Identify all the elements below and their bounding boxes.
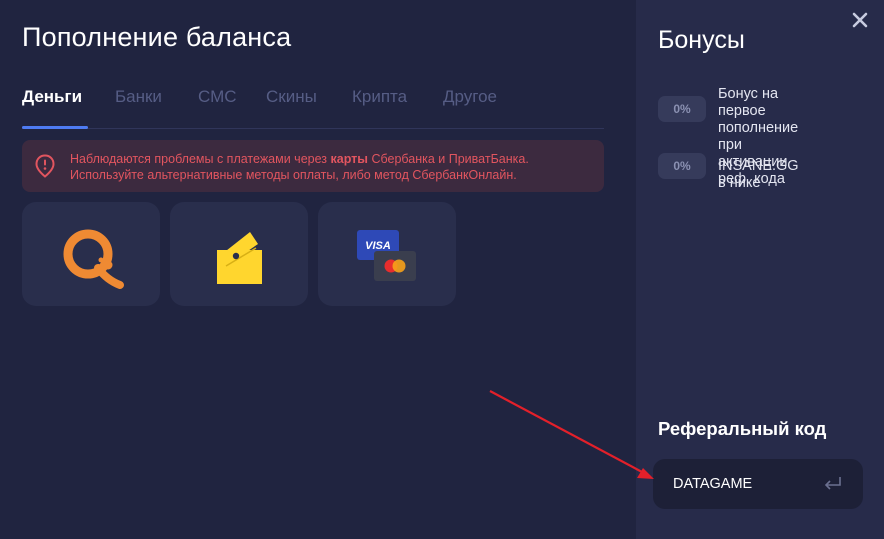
enter-arrow-icon[interactable] [823,476,843,490]
page-title: Пополнение баланса [22,22,292,52]
deposit-panel: Пополнение баланса Деньги Банки СМС Скин… [0,0,636,539]
active-tab-indicator [22,126,88,129]
alert-line-2: Используйте альтернативные методы оплаты… [70,168,517,182]
referral-code-field [653,459,863,509]
tab-sms[interactable]: СМС [198,87,237,107]
bonus-description: INSANE.GG в нике [718,158,799,191]
warning-pin-icon [35,154,55,178]
alert-message: Наблюдаются проблемы с платежами через к… [70,151,529,183]
tab-other[interactable]: Другое [443,87,497,107]
close-icon[interactable] [851,11,869,29]
visa-label: VISA [365,240,391,252]
visa-mastercard-icon: VISA [357,230,416,281]
tab-banks[interactable]: Банки [115,87,162,107]
payment-method-card[interactable]: VISA [318,202,456,306]
tab-money[interactable]: Деньги [22,87,82,107]
payment-method-yoomoney[interactable] [170,202,308,306]
referral-code-input[interactable] [673,474,813,494]
bonus-percent-badge: 0% [658,96,706,122]
payment-method-qiwi[interactable] [22,202,160,306]
referral-code-title: Реферальный код [658,418,827,439]
qiwi-logo-icon [63,229,124,289]
bonus-sidebar: Бонусы 0% Бонус на первое пополнение при… [636,0,884,539]
bonus-percent-badge: 0% [658,153,706,179]
payment-tabs: Деньги Банки СМС Скины Крипта Другое [22,84,604,129]
tab-crypto[interactable]: Крипта [352,87,407,107]
bonuses-title: Бонусы [658,26,745,54]
alert-line-1: Наблюдаются проблемы с платежами через к… [70,152,529,166]
yoomoney-wallet-icon [217,232,262,284]
payment-warning-alert: Наблюдаются проблемы с платежами через к… [22,140,604,192]
tab-skins[interactable]: Скины [266,87,317,107]
